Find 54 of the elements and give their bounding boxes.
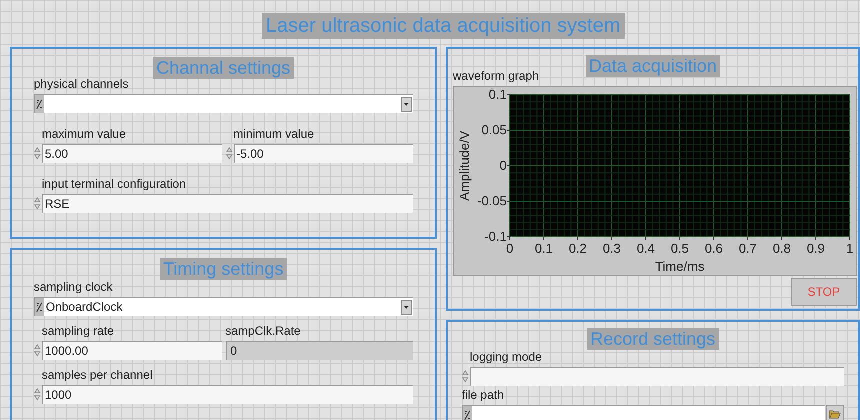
dropdown-button[interactable] xyxy=(401,300,412,314)
dropdown-field[interactable]: OnboardClock xyxy=(34,297,413,316)
tick-label: 0.2 xyxy=(568,241,588,256)
caret-icon xyxy=(404,102,409,106)
tick-label: 0.1 xyxy=(534,241,554,256)
tick-label: 0.05 xyxy=(482,122,507,138)
control-label: input terminal configuration xyxy=(42,177,188,192)
tick-label: 0.4 xyxy=(636,241,656,256)
numeric-field[interactable]: -5.00 xyxy=(234,144,413,163)
numeric-field[interactable]: 1000.00 xyxy=(42,341,222,360)
axis-title: Time/ms xyxy=(655,259,705,274)
control-label: maximum value xyxy=(42,127,128,142)
field-value: OnboardClock xyxy=(45,299,124,316)
panel-title: Record settings xyxy=(587,328,719,350)
tick-label: 0.1 xyxy=(488,87,507,102)
indicator-field: 0 xyxy=(226,341,413,360)
browse-button[interactable] xyxy=(826,405,844,420)
tick-label: 0.7 xyxy=(738,241,758,256)
control-label: minimum value xyxy=(234,127,316,142)
control-label: sampling clock xyxy=(34,280,114,295)
folder-icon xyxy=(829,410,841,419)
tick-label: 0.6 xyxy=(704,241,724,256)
panel-title: Timing settings xyxy=(160,258,287,280)
io-name-icon xyxy=(464,410,471,420)
numeric-field[interactable]: RSE xyxy=(42,194,413,213)
control-label: file path xyxy=(462,388,506,403)
numeric-field[interactable]: 1000 xyxy=(42,385,413,404)
axis-title: Amplitude/V xyxy=(457,130,472,202)
tick-label: 0 xyxy=(500,158,507,173)
control-label: sampClk.Rate xyxy=(226,324,302,339)
path-field[interactable] xyxy=(462,405,825,420)
numeric-field[interactable] xyxy=(470,367,844,386)
tick-label: 0 xyxy=(506,241,514,256)
tick-label: -0.05 xyxy=(477,194,507,208)
tick-label: 0.8 xyxy=(772,241,792,256)
control-label: sampling rate xyxy=(42,324,116,339)
tick-label: 0.3 xyxy=(602,241,622,256)
dropdown-button[interactable] xyxy=(401,96,412,112)
window-title: Laser ultrasonic data acquisition system xyxy=(262,13,625,39)
graph-label: waveform graph xyxy=(453,69,540,83)
control-label: logging mode xyxy=(470,350,544,365)
io-name-icon xyxy=(36,98,43,110)
caret-icon xyxy=(404,306,409,308)
tick-label: 0.5 xyxy=(670,241,690,256)
control-label: samples per channel xyxy=(42,368,154,383)
panel-title: Data acquisition xyxy=(586,55,720,77)
io-name-icon xyxy=(36,302,43,312)
control-label: physical channels xyxy=(34,77,130,92)
numeric-field[interactable]: 5.00 xyxy=(42,144,222,163)
tick-label: 1 xyxy=(846,241,854,256)
dropdown-field[interactable] xyxy=(34,94,413,113)
tick-label: 0.9 xyxy=(806,241,826,256)
tick-label: -0.1 xyxy=(484,229,507,244)
panel-title: Channal settings xyxy=(153,57,294,79)
